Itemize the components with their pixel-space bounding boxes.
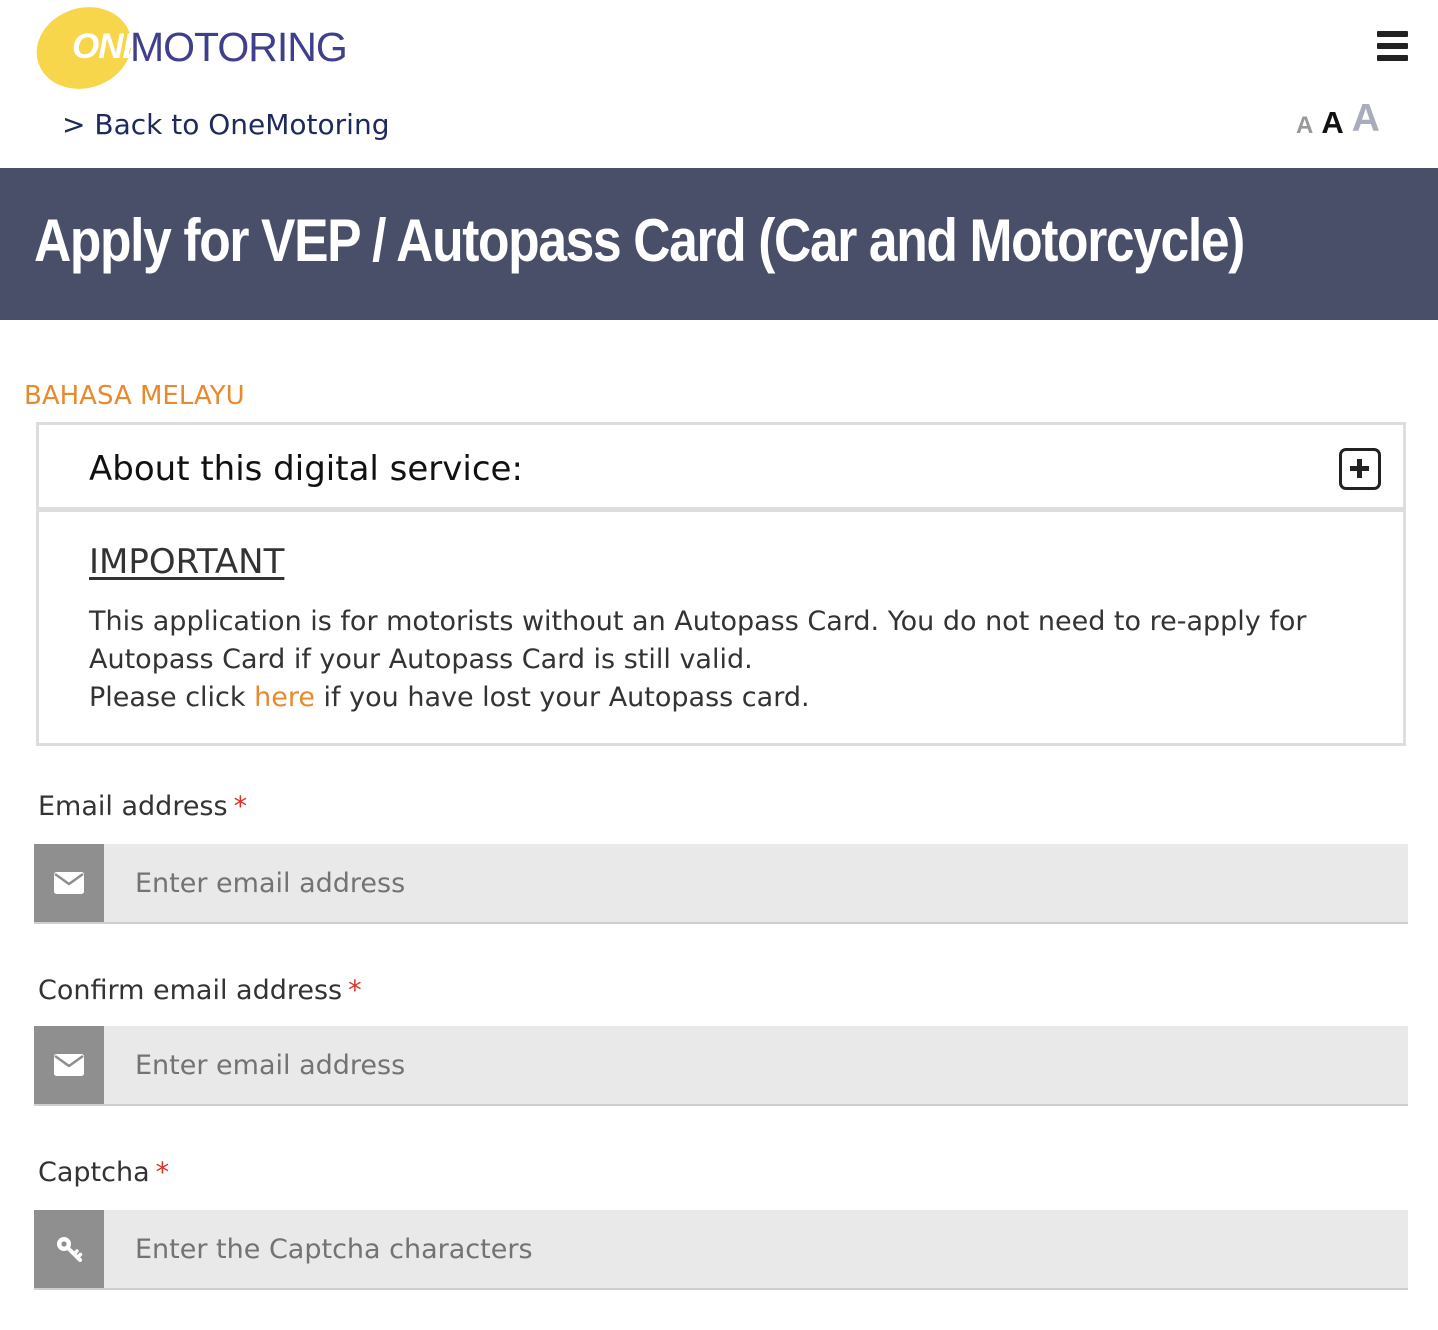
captcha-label-text: Captcha xyxy=(38,1157,150,1188)
font-size-medium-button[interactable]: A xyxy=(1321,107,1343,138)
logo-motoring-text: MOTORING xyxy=(130,24,348,70)
email-label: Email address * xyxy=(38,791,247,822)
captcha-input-group xyxy=(34,1210,1408,1290)
key-icon xyxy=(34,1210,104,1288)
expand-plus-icon[interactable] xyxy=(1339,448,1381,490)
onemotoring-logo[interactable]: ONE MOTORING xyxy=(34,2,348,90)
important-line-1: This application is for motorists withou… xyxy=(89,606,1307,675)
required-asterisk: * xyxy=(348,975,362,1006)
important-notice-panel: IMPORTANT This application is for motori… xyxy=(36,510,1406,746)
email-input-group xyxy=(34,844,1408,924)
hamburger-menu-icon[interactable] xyxy=(1374,28,1412,64)
captcha-input[interactable] xyxy=(104,1210,1408,1288)
font-size-small-button[interactable]: A xyxy=(1296,114,1313,138)
captcha-label: Captcha * xyxy=(38,1157,169,1188)
confirm-email-input-group xyxy=(34,1026,1408,1106)
language-switch-link[interactable]: BAHASA MELAYU xyxy=(24,381,245,411)
required-asterisk: * xyxy=(155,1157,170,1188)
required-asterisk: * xyxy=(233,791,248,822)
confirm-email-label-text: Confirm email address xyxy=(38,975,343,1006)
line-2-suffix: if you have lost your Autopass card. xyxy=(314,682,810,713)
page-title-banner: Apply for VEP / Autopass Card (Car and M… xyxy=(0,168,1438,320)
envelope-icon xyxy=(34,844,104,922)
about-service-accordion-header[interactable]: About this digital service: xyxy=(36,422,1406,510)
font-size-large-button[interactable]: A xyxy=(1352,99,1380,138)
back-to-onemotoring-link[interactable]: > Back to OneMotoring xyxy=(62,108,389,141)
lost-card-here-link[interactable]: here xyxy=(254,682,315,713)
about-service-title: About this digital service: xyxy=(89,449,523,489)
email-label-text: Email address xyxy=(38,791,228,822)
envelope-icon xyxy=(34,1026,104,1104)
important-text: This application is for motorists withou… xyxy=(89,603,1309,717)
confirm-email-label: Confirm email address * xyxy=(38,975,362,1006)
font-size-controls: A A A xyxy=(1296,94,1380,138)
confirm-email-input[interactable] xyxy=(104,1026,1408,1104)
page-title: Apply for VEP / Autopass Card (Car and M… xyxy=(34,207,1245,274)
important-line-2: Please click here if you have lost your … xyxy=(89,679,1309,717)
important-heading: IMPORTANT xyxy=(89,542,285,582)
line-2-prefix: Please click xyxy=(89,682,255,713)
email-input[interactable] xyxy=(104,844,1408,922)
